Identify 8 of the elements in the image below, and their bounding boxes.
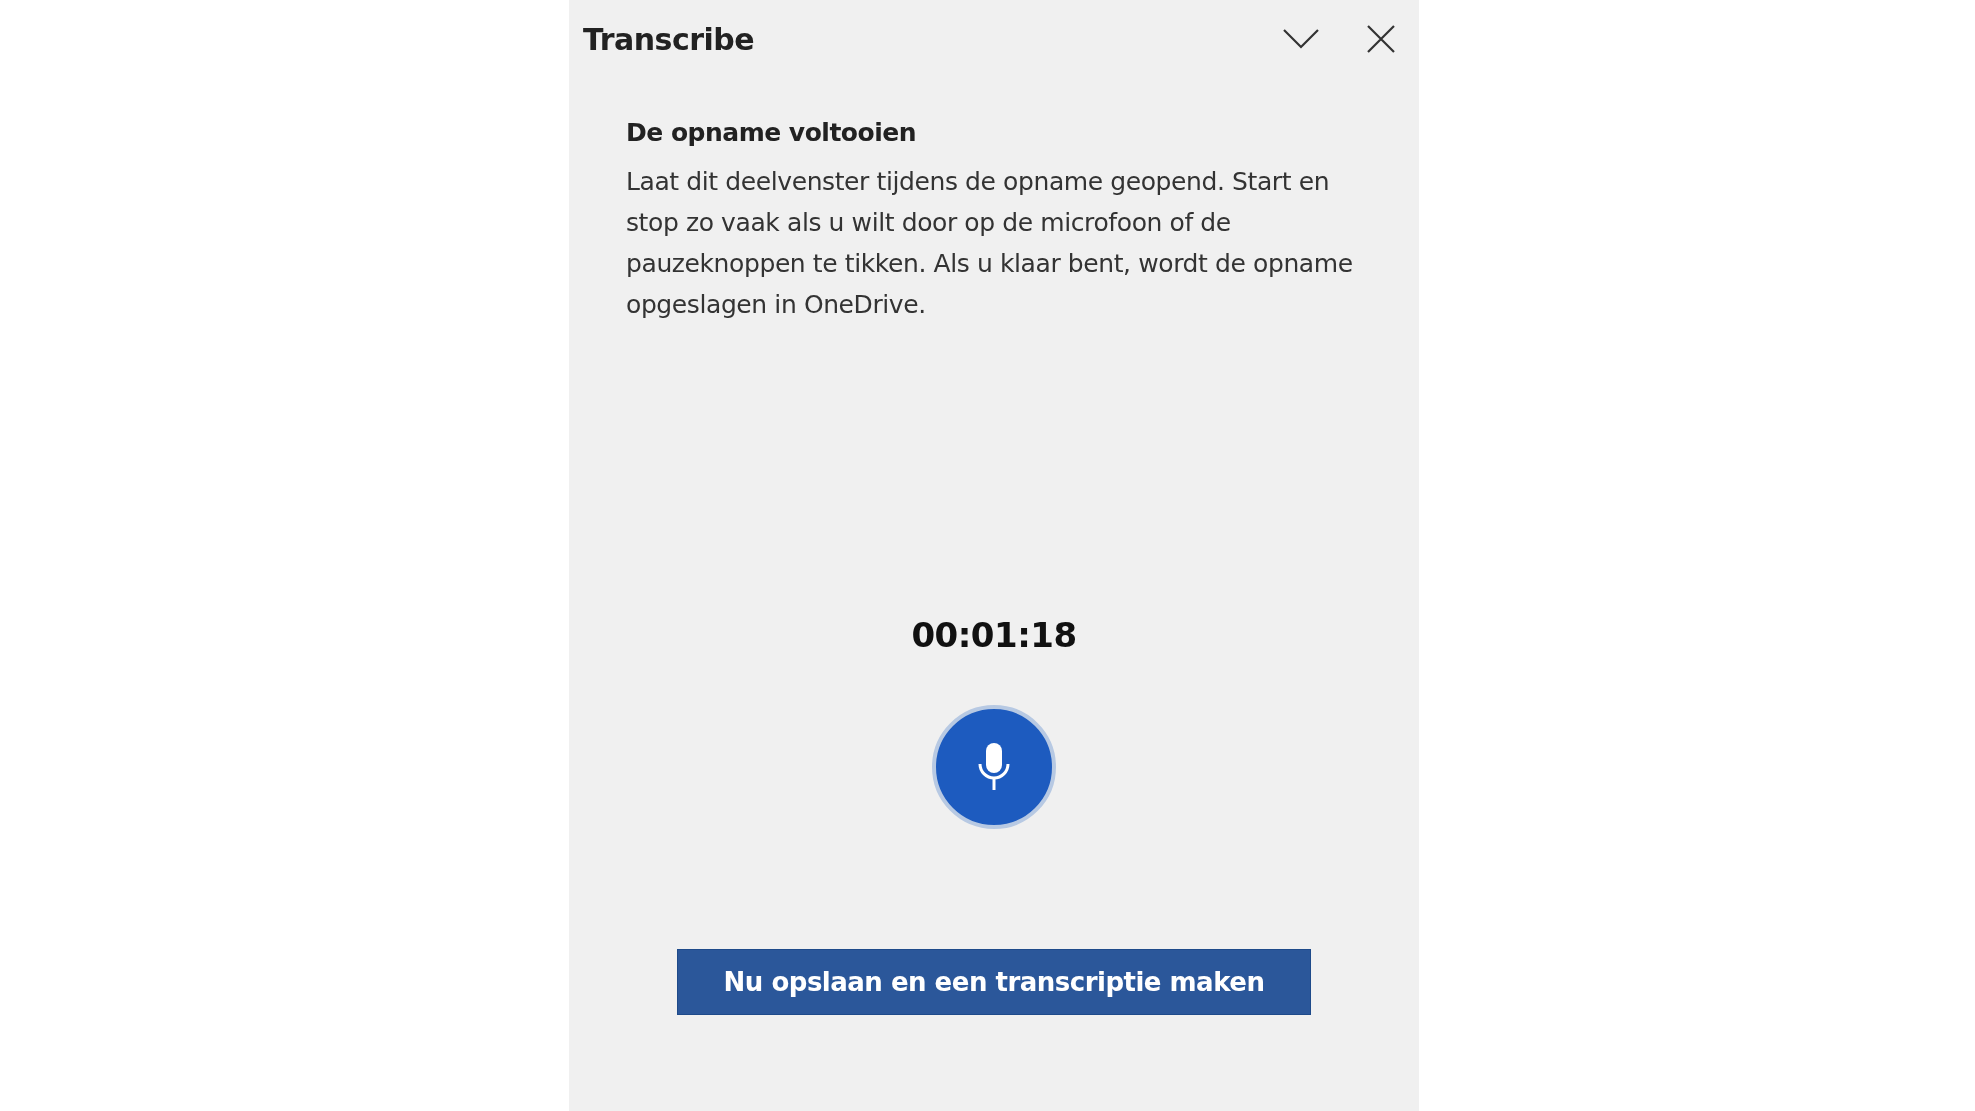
microphone-icon [977,742,1011,792]
close-icon [1367,25,1395,53]
pane-title: Transcribe [583,21,756,57]
recording-timer: 00:01:18 [911,615,1077,655]
instructions-text: Laat dit deelvenster tijdens de opname geopend. Start en stop zo vaak als u wilt door op de microfoon of de pauzeknoppen te tikken. Als u klaar bent, wordt de opname opgeslagen in OneDrive. [626,166,1354,321]
chevron-down-icon [1283,29,1319,49]
save-and-transcribe-button[interactable]: Nu opslaan en een transcriptie maken [677,949,1311,1015]
section-heading: De opname voltooien [626,118,918,147]
